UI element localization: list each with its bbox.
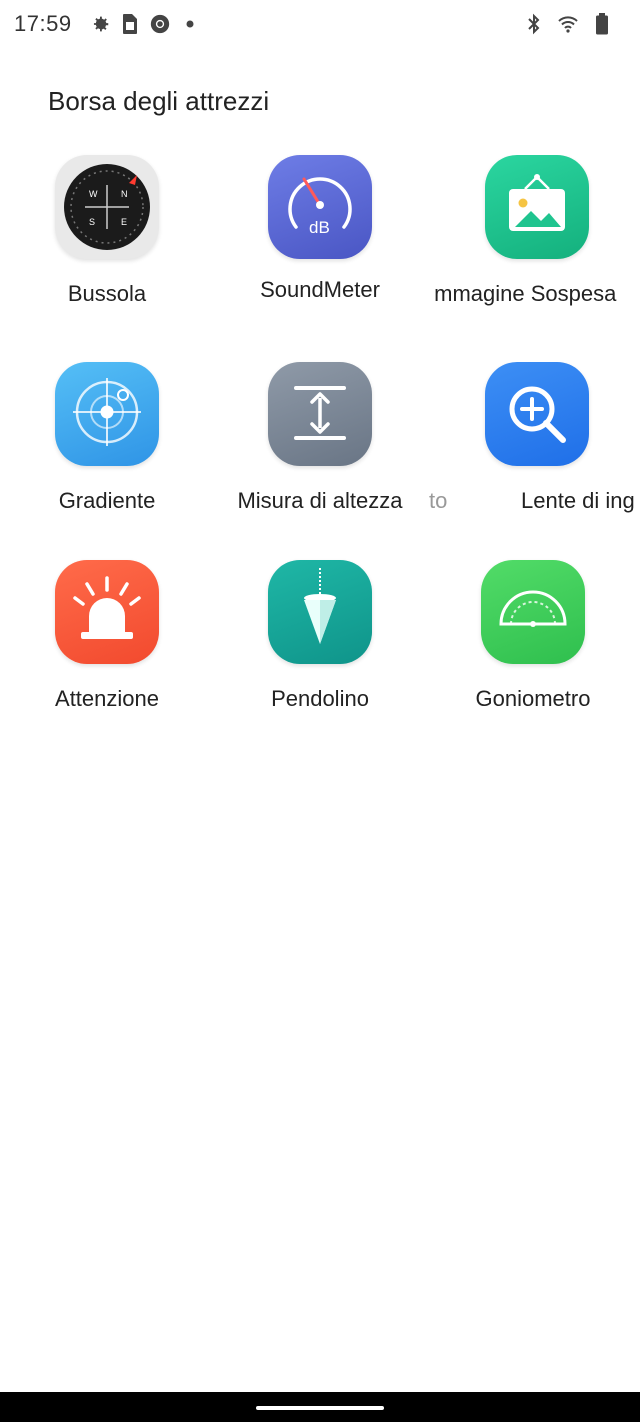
app-label: Bussola: [67, 281, 147, 306]
gear-icon: [88, 12, 112, 36]
app-label: Goniometro: [475, 686, 591, 711]
svg-text:E: E: [121, 217, 127, 227]
height-measure-icon: [268, 362, 372, 466]
app-label: Attenzione: [55, 686, 159, 711]
app-tile-gradiente[interactable]: Gradiente: [7, 362, 207, 514]
app-label: Lente di ing: [521, 488, 635, 513]
svg-text:S: S: [89, 217, 95, 227]
alert-light-icon: [55, 560, 159, 664]
sound-meter-icon: dB: [268, 155, 372, 259]
wifi-icon: [556, 12, 580, 36]
status-right-icons: [522, 12, 614, 36]
app-tile-immagine-sospesa[interactable]: Immagine Sospesa: [433, 155, 640, 307]
dot-icon: [178, 12, 202, 36]
app-tile-bussola[interactable]: W N S E Bussola: [7, 155, 207, 307]
app-tile-goniometro[interactable]: Goniometro: [433, 560, 633, 712]
app-tile-pendolino[interactable]: Pendolino: [220, 560, 420, 712]
app-tile-lente[interactable]: Lente di ing: [433, 362, 640, 514]
svg-text:W: W: [89, 189, 98, 199]
bluetooth-icon: [522, 12, 546, 36]
sim-card-icon: [118, 12, 142, 36]
svg-text:dB: dB: [309, 218, 330, 237]
home-gesture-handle[interactable]: [256, 1406, 384, 1410]
plumb-bob-icon: [268, 560, 372, 664]
navigation-bar: [0, 1392, 640, 1422]
status-bar: 17:59: [0, 0, 640, 50]
chrome-icon: [148, 12, 172, 36]
status-time: 17:59: [14, 11, 72, 36]
battery-icon: [590, 12, 614, 36]
app-tile-misura-altezza[interactable]: Misura di altezza: [220, 362, 420, 514]
app-tile-attenzione[interactable]: Attenzione: [7, 560, 207, 712]
svg-text:N: N: [121, 189, 128, 199]
app-tile-soundmeter[interactable]: dB SoundMeter: [220, 155, 420, 303]
level-icon: [55, 362, 159, 466]
protractor-icon: [481, 560, 585, 664]
app-label: Immagine Sospesa: [433, 281, 617, 306]
page-title: Borsa degli attrezzi: [48, 86, 270, 116]
compass-icon: W N S E: [55, 155, 159, 259]
app-label: Pendolino: [271, 686, 369, 711]
app-label: SoundMeter: [260, 277, 380, 302]
magnifier-icon: [484, 362, 589, 466]
app-label: Gradiente: [58, 488, 156, 513]
app-label: Misura di altezza: [237, 488, 403, 513]
hanging-picture-icon: [484, 155, 589, 259]
status-left-icons: [88, 12, 202, 36]
